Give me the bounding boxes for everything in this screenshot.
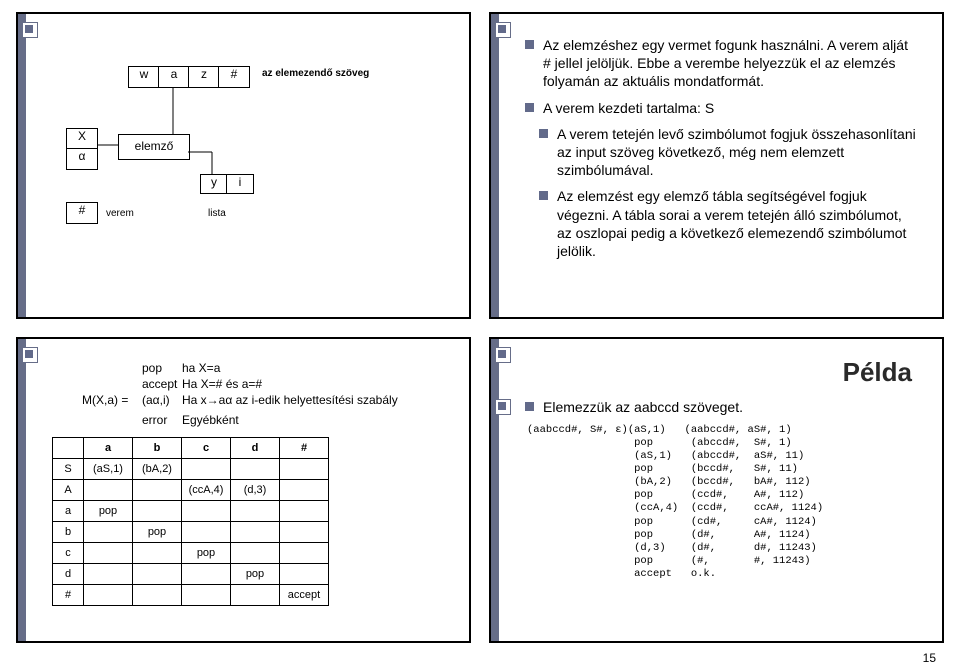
- td: #: [53, 584, 84, 605]
- slide-parse-table: popha X=a acceptHa X=# és a=# M(X,a) =(a…: [16, 337, 471, 644]
- td: [182, 521, 231, 542]
- td: pop: [231, 563, 280, 584]
- parse-trace: (aabccd#, S#, ε)(aS,1) (aabccd#, aS#, 1)…: [527, 424, 918, 582]
- td: c: [53, 542, 84, 563]
- td: (ccA,4): [182, 479, 231, 500]
- cell: Ha x→aα az i-edik helyettesítési szabály: [182, 393, 445, 407]
- cell: [82, 377, 142, 391]
- td: pop: [182, 542, 231, 563]
- td: a: [53, 500, 84, 521]
- td: [280, 479, 329, 500]
- td: [133, 479, 182, 500]
- td: [133, 563, 182, 584]
- td: [280, 458, 329, 479]
- cell: error: [142, 413, 182, 427]
- cell: pop: [142, 361, 182, 375]
- td: S: [53, 458, 84, 479]
- td: d: [53, 563, 84, 584]
- td: [231, 458, 280, 479]
- td: [231, 584, 280, 605]
- parser-architecture-diagram: w a z # az elemezendő szöveg X α # elemz…: [52, 32, 445, 299]
- th: b: [133, 437, 182, 458]
- th: a: [84, 437, 133, 458]
- bullet-item: A verem kezdeti tartalma: S: [525, 99, 918, 117]
- cell: (aα,i): [142, 393, 182, 407]
- td: [182, 563, 231, 584]
- td: [231, 500, 280, 521]
- diagram-lines: [52, 32, 445, 299]
- td: pop: [133, 521, 182, 542]
- cell: [82, 361, 142, 375]
- slide-description: Az elemzéshez egy vermet fogunk használn…: [489, 12, 944, 319]
- list-label: lista: [208, 208, 226, 219]
- th: [53, 437, 84, 458]
- stack-label: verem: [106, 208, 134, 219]
- parse-table: a b c d # S(aS,1)(bA,2) A(ccA,4)(d,3) ap…: [52, 437, 329, 606]
- cell: M(X,a) =: [82, 393, 142, 407]
- description-list: Az elemzéshez egy vermet fogunk használn…: [525, 36, 918, 260]
- td: (d,3): [231, 479, 280, 500]
- td: [182, 584, 231, 605]
- td: pop: [84, 500, 133, 521]
- example-lead: Elemezzük az aabccd szöveget.: [525, 398, 918, 416]
- td: [84, 584, 133, 605]
- td: [133, 584, 182, 605]
- td: [84, 542, 133, 563]
- slide-title: Példa: [525, 357, 912, 388]
- td: [280, 521, 329, 542]
- td: [280, 542, 329, 563]
- td: accept: [280, 584, 329, 605]
- cell: [82, 413, 142, 427]
- slide-example: Példa Elemezzük az aabccd szöveget. (aab…: [489, 337, 944, 644]
- td: b: [53, 521, 84, 542]
- td: [84, 521, 133, 542]
- td: [182, 458, 231, 479]
- m-function-def: popha X=a acceptHa X=# és a=# M(X,a) =(a…: [82, 361, 445, 427]
- bullet-item: A verem tetején levő szimbólumot fogjuk …: [539, 125, 918, 180]
- example-list: Elemezzük az aabccd szöveget.: [525, 398, 918, 416]
- cell: Ha X=# és a=#: [182, 377, 445, 391]
- td: [182, 500, 231, 521]
- th: #: [280, 437, 329, 458]
- td: [231, 521, 280, 542]
- bullet-item: Az elemzéshez egy vermet fogunk használn…: [525, 36, 918, 91]
- td: [280, 500, 329, 521]
- td: A: [53, 479, 84, 500]
- td: [84, 479, 133, 500]
- td: [280, 563, 329, 584]
- cell: accept: [142, 377, 182, 391]
- td: [231, 542, 280, 563]
- cell: ha X=a: [182, 361, 445, 375]
- slide-diagram: w a z # az elemezendő szöveg X α # elemz…: [16, 12, 471, 319]
- td: (aS,1): [84, 458, 133, 479]
- td: (bA,2): [133, 458, 182, 479]
- td: [133, 500, 182, 521]
- td: [84, 563, 133, 584]
- td: [133, 542, 182, 563]
- cell: Egyébként: [182, 413, 445, 427]
- bullet-item: Az elemzést egy elemző tábla segítségéve…: [539, 187, 918, 260]
- th: c: [182, 437, 231, 458]
- page-number: 15: [923, 651, 936, 665]
- th: d: [231, 437, 280, 458]
